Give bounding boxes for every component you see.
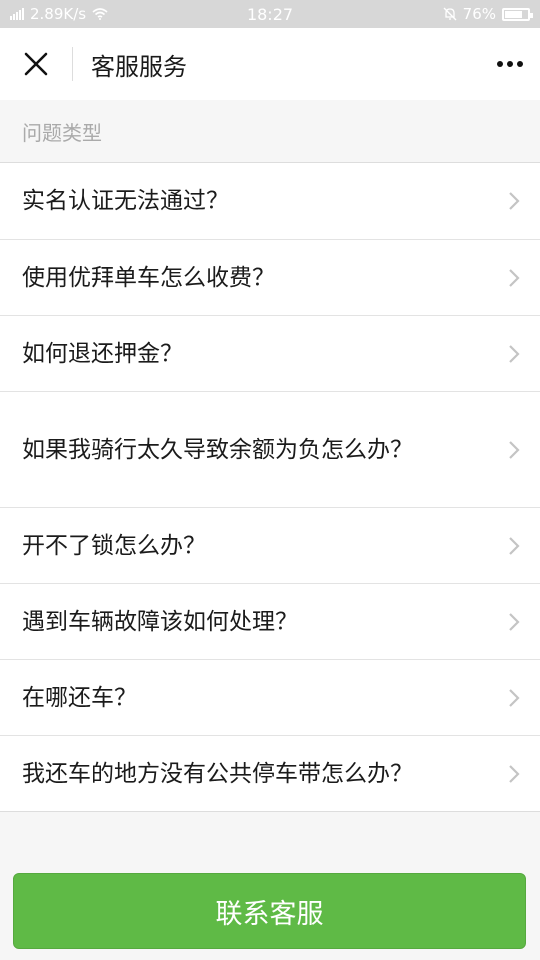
list-item[interactable]: 如果我骑行太久导致余额为负怎么办？	[0, 391, 540, 507]
more-dot-icon	[507, 61, 513, 67]
question-text: 实名认证无法通过？	[22, 188, 229, 214]
question-list: 实名认证无法通过？ 使用优拜单车怎么收费？ 如何退还押金？ 如果我骑行太久导致余…	[0, 162, 540, 812]
status-bar: 2.89K/s 18:27 76%	[0, 0, 540, 28]
nav-divider	[72, 47, 73, 81]
list-item[interactable]: 使用优拜单车怎么收费？	[0, 239, 540, 315]
list-item[interactable]: 我还车的地方没有公共停车带怎么办？	[0, 735, 540, 811]
question-text: 遇到车辆故障该如何处理？	[22, 608, 298, 635]
wifi-icon	[92, 8, 108, 20]
chevron-right-icon	[509, 268, 520, 287]
battery-icon	[502, 7, 533, 21]
close-icon	[24, 52, 48, 76]
more-dot-icon	[497, 61, 503, 67]
chevron-right-icon	[509, 344, 520, 363]
chevron-right-icon	[509, 440, 520, 459]
chevron-right-icon	[509, 192, 520, 210]
status-left: 2.89K/s	[10, 5, 108, 23]
battery-fill	[505, 10, 522, 18]
question-text: 如果我骑行太久导致余额为负怎么办？	[22, 436, 413, 463]
signal-icon	[10, 8, 24, 20]
close-button[interactable]	[0, 28, 72, 100]
list-item[interactable]: 开不了锁怎么办？	[0, 507, 540, 583]
list-item[interactable]: 实名认证无法通过？	[0, 163, 540, 239]
status-right: 76%	[443, 5, 533, 23]
section-header: 问题类型	[0, 100, 540, 162]
more-dot-icon	[517, 61, 523, 67]
contact-support-button[interactable]: 联系客服	[13, 873, 526, 949]
more-options-button[interactable]	[488, 44, 532, 84]
chevron-right-icon	[509, 764, 520, 783]
list-item[interactable]: 如何退还押金？	[0, 315, 540, 391]
battery-percent: 76%	[462, 5, 496, 23]
question-text: 使用优拜单车怎么收费？	[22, 264, 275, 291]
question-text: 在哪还车？	[22, 684, 137, 711]
question-text: 我还车的地方没有公共停车带怎么办？	[22, 760, 413, 787]
question-text: 开不了锁怎么办？	[22, 532, 206, 559]
list-item[interactable]: 遇到车辆故障该如何处理？	[0, 583, 540, 659]
question-text: 如何退还押金？	[22, 340, 183, 367]
nav-bar: 客服服务	[0, 28, 540, 100]
chevron-right-icon	[509, 536, 520, 555]
network-speed: 2.89K/s	[30, 5, 87, 23]
chevron-right-icon	[509, 612, 520, 631]
page-title: 客服服务	[91, 52, 187, 81]
bell-muted-icon	[443, 7, 457, 21]
list-item[interactable]: 在哪还车？	[0, 659, 540, 735]
chevron-right-icon	[509, 688, 520, 707]
